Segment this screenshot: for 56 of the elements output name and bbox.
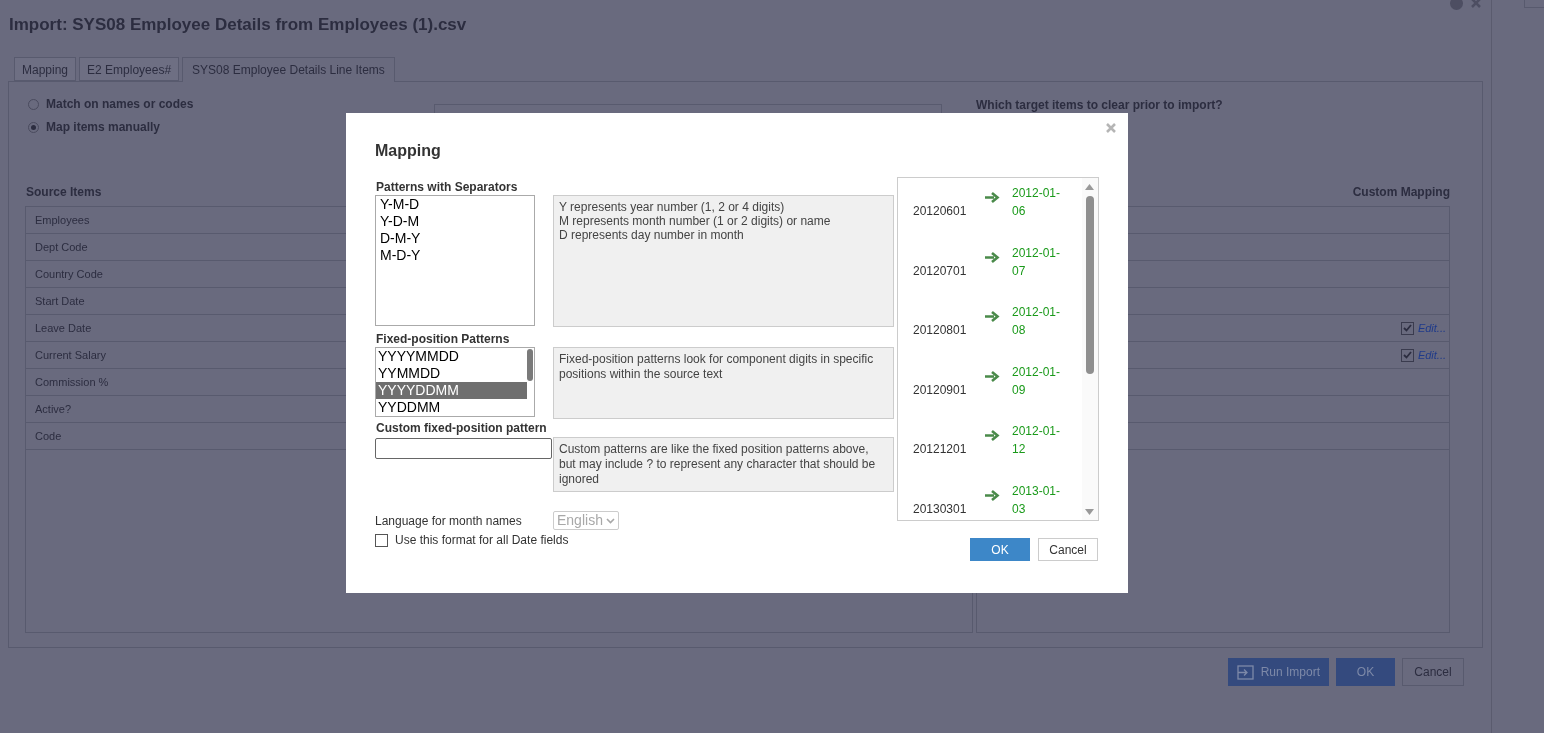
checkbox[interactable] [1400,348,1414,362]
arrow-icon [985,251,1000,263]
tab[interactable]: Mapping [14,57,77,81]
result-value: 2012-01-09 [1012,363,1062,399]
run-import-button[interactable]: Run Import [1227,658,1329,686]
section-label: Custom fixed-position pattern [375,420,548,437]
source-value: 20120701 [913,262,968,280]
result-value: 2012-01-12 [1012,423,1062,458]
column-header: Source Items [25,184,102,201]
list-item[interactable]: YYYYMMDD [376,348,527,365]
chevron-icon [606,517,615,524]
checkbox[interactable] [1400,321,1414,335]
radio-label: Match on names or codes [46,96,194,113]
tab[interactable]: E2 Employees# [79,57,180,81]
cancel-button[interactable]: Cancel [1038,538,1098,561]
close-icon[interactable] [1106,123,1116,133]
source-value: 20120801 [913,322,968,339]
checkbox-label: Use this format for all Date fields [395,532,569,549]
scroll-up-icon[interactable] [1085,184,1094,190]
dialog-title: Mapping [375,141,442,161]
section-label: Patterns with Separators [375,179,519,195]
arrow-icon [985,489,1000,501]
pattern-list[interactable]: Y-M-D Y-D-M D-M-Y M-D-Y [375,195,535,326]
result-value: 2012-01-07 [1012,244,1062,280]
source-value: 20130301 [913,500,968,518]
scrollbar-thumb[interactable] [1086,196,1094,374]
pattern-list[interactable]: YYYYMMDD YYMMDD YYYYDDMM YYDDMM [375,347,535,417]
input-field[interactable] [375,438,552,459]
ok-button[interactable]: OK [1336,658,1395,686]
cancel-button[interactable]: Cancel [1402,658,1464,686]
ok-button[interactable]: OK [970,538,1030,561]
scrollbar-thumb[interactable] [527,349,533,381]
result-value: 2013-01-03 [1012,482,1062,518]
result-value: 2012-01-08 [1012,304,1062,339]
import-icon [1236,664,1254,680]
result-value: 2012-01-06 [1012,185,1062,220]
section-label: Which target items to clear prior to import? [976,97,1224,114]
source-value: 20120901 [913,381,968,399]
list-item[interactable]: YYYYDDMM [376,382,527,399]
column-header: Custom Mapping [1352,184,1450,201]
tab[interactable]: SYS08 Employee Details Line Items [182,57,395,82]
arrow-icon [985,311,1000,322]
help-text: M represents month number (1 or 2 digits) or name [559,214,832,228]
checkbox[interactable] [375,533,388,547]
window-title: Import: SYS08 Employee Details from Employees (1).csv [8,14,468,36]
scrollbar-track[interactable] [1082,178,1098,520]
arrow-icon [985,192,1000,203]
list-item[interactable]: YYDDMM [376,399,527,416]
arrow-icon [985,430,1000,441]
list-item[interactable]: M-D-Y [378,247,534,264]
field-label: Language for month names [375,512,523,530]
arrow-icon [985,370,1000,382]
radio-label: Map items manually [46,119,161,136]
list-item[interactable]: Y-D-M [378,213,534,230]
close-icon[interactable] [1471,0,1481,8]
scroll-down-icon[interactable] [1085,509,1094,515]
